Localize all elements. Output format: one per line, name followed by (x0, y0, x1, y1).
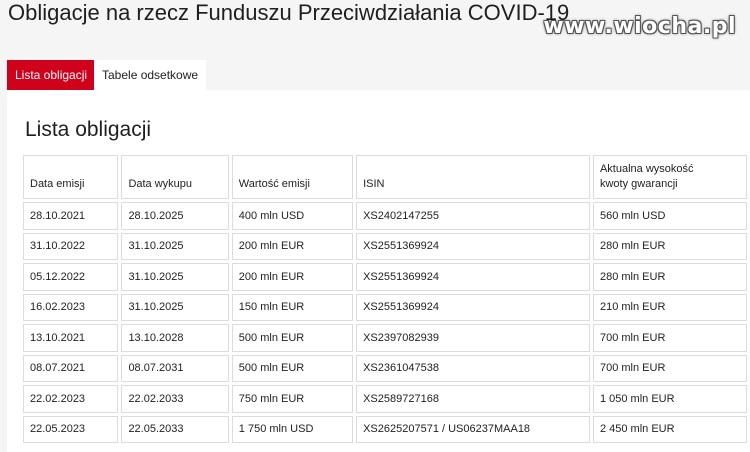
cell-isin: XS2551369924 (356, 232, 590, 260)
cell-data-emisji: 28.10.2021 (23, 202, 119, 230)
header-kwota-gwarancji: Aktualna wysokość kwoty gwarancji (592, 155, 747, 199)
cell-isin: XS2625207571 / US06237MAA18 (356, 415, 590, 443)
content-panel: Lista obligacji Data emisji Data wykupu … (7, 90, 750, 452)
cell-isin: XS2551369924 (356, 263, 590, 291)
cell-kwota-gwarancji: 560 mln USD (592, 202, 747, 230)
cell-wartosc-emisji: 1 750 mln USD (231, 415, 354, 443)
cell-data-wykupu: 08.07.2031 (121, 354, 229, 382)
table-row: 05.12.2022 31.10.2025 200 mln EUR XS2551369… (23, 263, 747, 291)
cell-kwota-gwarancji: 280 mln EUR (592, 232, 747, 260)
table-row: 13.10.2021 13.10.2028 500 mln EUR XS2397082… (23, 324, 747, 352)
header-kwota-gwarancji-line2: kwoty gwarancji (599, 178, 678, 190)
cell-data-wykupu: 28.10.2025 (121, 202, 229, 230)
cell-data-emisji: 22.02.2023 (23, 385, 119, 413)
watermark: www.wiocha.pl (543, 14, 736, 39)
cell-wartosc-emisji: 500 mln EUR (231, 324, 354, 352)
cell-data-wykupu: 31.10.2025 (121, 263, 229, 291)
cell-data-wykupu: 31.10.2025 (121, 293, 229, 321)
cell-kwota-gwarancji: 700 mln EUR (592, 354, 747, 382)
header-data-emisji: Data emisji (23, 155, 119, 199)
table-row: 08.07.2021 08.07.2031 500 mln EUR XS2361047… (23, 354, 747, 382)
table-row: 31.10.2022 31.10.2025 200 mln EUR XS2551369… (23, 232, 747, 260)
header-data-wykupu: Data wykupu (121, 155, 229, 199)
cell-wartosc-emisji: 200 mln EUR (231, 232, 354, 260)
cell-data-emisji: 08.07.2021 (23, 354, 119, 382)
cell-kwota-gwarancji: 1 050 mln EUR (592, 385, 747, 413)
cell-kwota-gwarancji: 280 mln EUR (592, 263, 747, 291)
cell-kwota-gwarancji: 2 450 mln EUR (592, 415, 747, 443)
cell-kwota-gwarancji: 210 mln EUR (592, 293, 747, 321)
cell-wartosc-emisji: 500 mln EUR (231, 354, 354, 382)
cell-isin: XS2589727168 (356, 385, 590, 413)
table-row: 22.05.2023 22.05.2033 1 750 mln USD XS26252… (23, 415, 747, 443)
cell-data-emisji: 22.05.2023 (23, 415, 119, 443)
cell-isin: XS2397082939 (356, 324, 590, 352)
cell-wartosc-emisji: 750 mln EUR (231, 385, 354, 413)
cell-data-emisji: 05.12.2022 (23, 263, 119, 291)
cell-isin: XS2551369924 (356, 293, 590, 321)
tab-tabele-odsetkowe[interactable]: Tabele odsetkowe (94, 60, 207, 90)
tab-bar: Lista obligacji Tabele odsetkowe (7, 60, 207, 97)
cell-data-wykupu: 31.10.2025 (121, 232, 229, 260)
bonds-table: Data emisji Data wykupu Wartość emisji I… (20, 152, 750, 446)
table-row: 28.10.2021 28.10.2025 400 mln USD XS2402147… (23, 202, 747, 230)
cell-data-wykupu: 13.10.2028 (121, 324, 229, 352)
cell-kwota-gwarancji: 700 mln EUR (592, 324, 747, 352)
cell-data-emisji: 13.10.2021 (23, 324, 119, 352)
table-row: 16.02.2023 31.10.2025 150 mln EUR XS2551369… (23, 293, 747, 321)
cell-isin: XS2402147255 (356, 202, 590, 230)
table-row: 22.02.2023 22.02.2033 750 mln EUR XS2589727… (23, 385, 747, 413)
cell-data-emisji: 16.02.2023 (23, 293, 119, 321)
header-isin: ISIN (356, 155, 590, 199)
header-kwota-gwarancji-line1: Aktualna wysokość (599, 163, 694, 175)
table-header-row: Data emisji Data wykupu Wartość emisji I… (23, 155, 747, 199)
section-title: Lista obligacji (25, 118, 152, 141)
cell-wartosc-emisji: 400 mln USD (231, 202, 354, 230)
cell-wartosc-emisji: 200 mln EUR (231, 263, 354, 291)
tab-lista-obligacji[interactable]: Lista obligacji (7, 60, 94, 97)
header-wartosc-emisji: Wartość emisji (231, 155, 354, 199)
cell-data-wykupu: 22.05.2033 (121, 415, 229, 443)
cell-data-wykupu: 22.02.2033 (121, 385, 229, 413)
page-title: Obligacje na rzecz Funduszu Przeciwdział… (8, 0, 570, 25)
cell-isin: XS2361047538 (356, 354, 590, 382)
cell-wartosc-emisji: 150 mln EUR (231, 293, 354, 321)
cell-data-emisji: 31.10.2022 (23, 232, 119, 260)
